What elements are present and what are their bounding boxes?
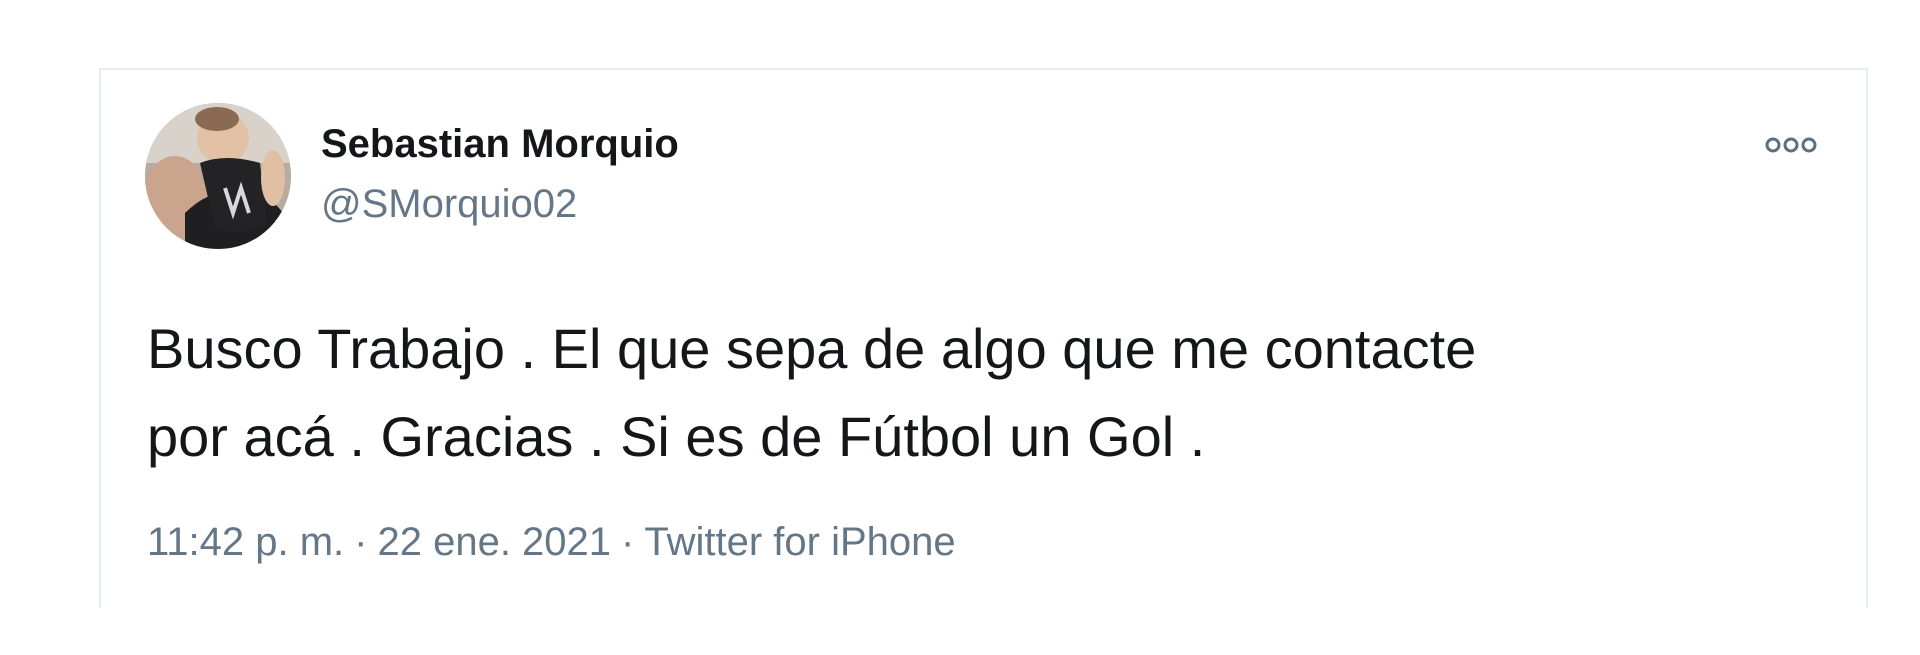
tweet-meta: 11:42 p. m. · 22 ene. 2021 · Twitter for iPh… [147, 520, 956, 565]
tweet-text: Busco Trabajo . El que sepa de algo que … [147, 305, 1847, 481]
avatar[interactable] [145, 103, 291, 249]
author-name[interactable]: Sebastian Morquio [321, 122, 679, 167]
author-handle[interactable]: @SMorquio02 [321, 182, 577, 227]
more-options-icon [1765, 137, 1817, 153]
meta-separator: · [621, 520, 635, 564]
tweet-text-line: por acá . Gracias . Si es de Fútbol un G… [147, 405, 1206, 468]
tweet-source[interactable]: Twitter for iPhone [644, 520, 955, 564]
tweet-card: Sebastian Morquio @SMorquio02 Busco Trab… [99, 68, 1868, 608]
more-options-button[interactable] [1761, 130, 1821, 160]
tweet-time[interactable]: 11:42 p. m. [147, 520, 344, 564]
profile-photo-icon [145, 103, 291, 249]
meta-separator: · [354, 520, 368, 564]
tweet-text-line: Busco Trabajo . El que sepa de algo que … [147, 317, 1477, 380]
tweet-date[interactable]: 22 ene. 2021 [377, 520, 611, 564]
